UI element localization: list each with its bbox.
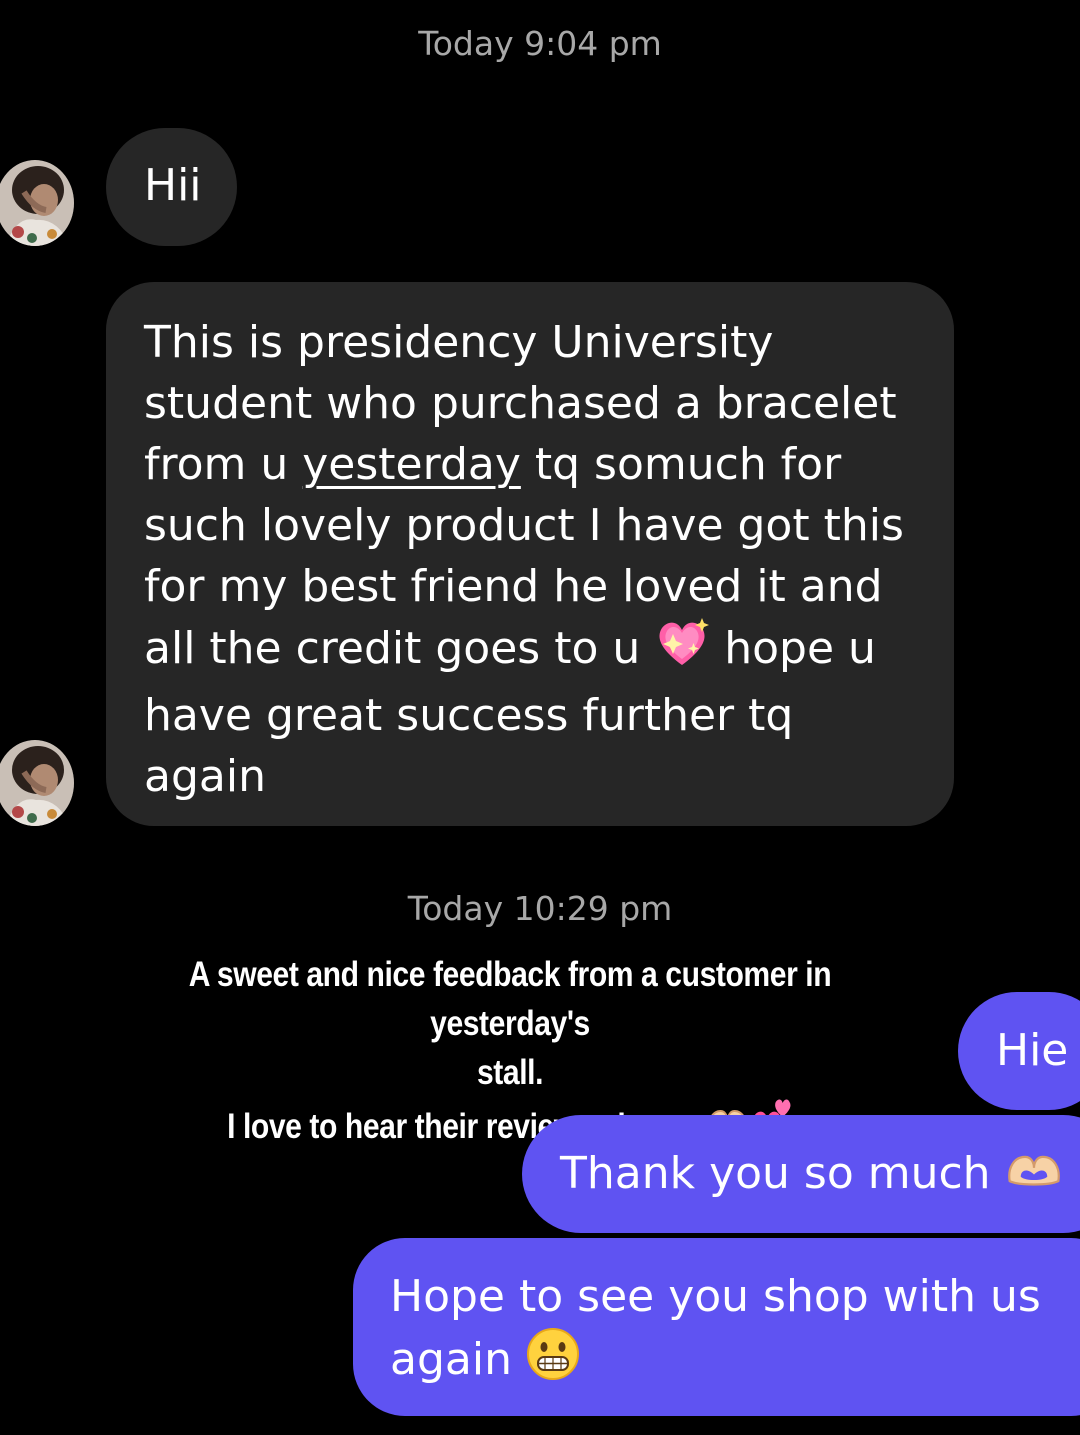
sparkling-heart-icon — [654, 617, 710, 685]
incoming-message-hii[interactable]: Hii — [106, 128, 237, 246]
avatar-photo — [0, 740, 74, 826]
message-text: Thank you so much — [560, 1148, 991, 1199]
avatar-photo — [0, 160, 74, 246]
message-text: Hie — [996, 1025, 1069, 1076]
incoming-message-feedback[interactable]: This is presidency University student wh… — [106, 282, 954, 826]
outgoing-message-hie[interactable]: Hie — [958, 992, 1080, 1110]
timestamp-first: Today 9:04 pm — [418, 24, 662, 63]
yesterday-link[interactable]: yesterday — [302, 439, 521, 490]
timestamp-second: Today 10:29 pm — [407, 889, 673, 928]
grinning-face-icon — [526, 1327, 580, 1397]
outgoing-message-thanks[interactable]: Thank you so much — [522, 1115, 1080, 1233]
message-text-line-1: Hope to see you shop with us — [390, 1271, 1041, 1322]
heart-hands-icon — [1005, 1145, 1063, 1207]
caption-line-2: stall. — [476, 1053, 544, 1092]
sender-avatar[interactable] — [0, 160, 74, 246]
message-text-line-2: again — [390, 1327, 1080, 1397]
sender-avatar[interactable] — [0, 740, 74, 826]
message-text: Hii — [144, 160, 202, 211]
outgoing-message-hope[interactable]: Hope to see you shop with us again — [353, 1238, 1080, 1416]
caption-line-1: A sweet and nice feedback from a custome… — [188, 955, 832, 1043]
